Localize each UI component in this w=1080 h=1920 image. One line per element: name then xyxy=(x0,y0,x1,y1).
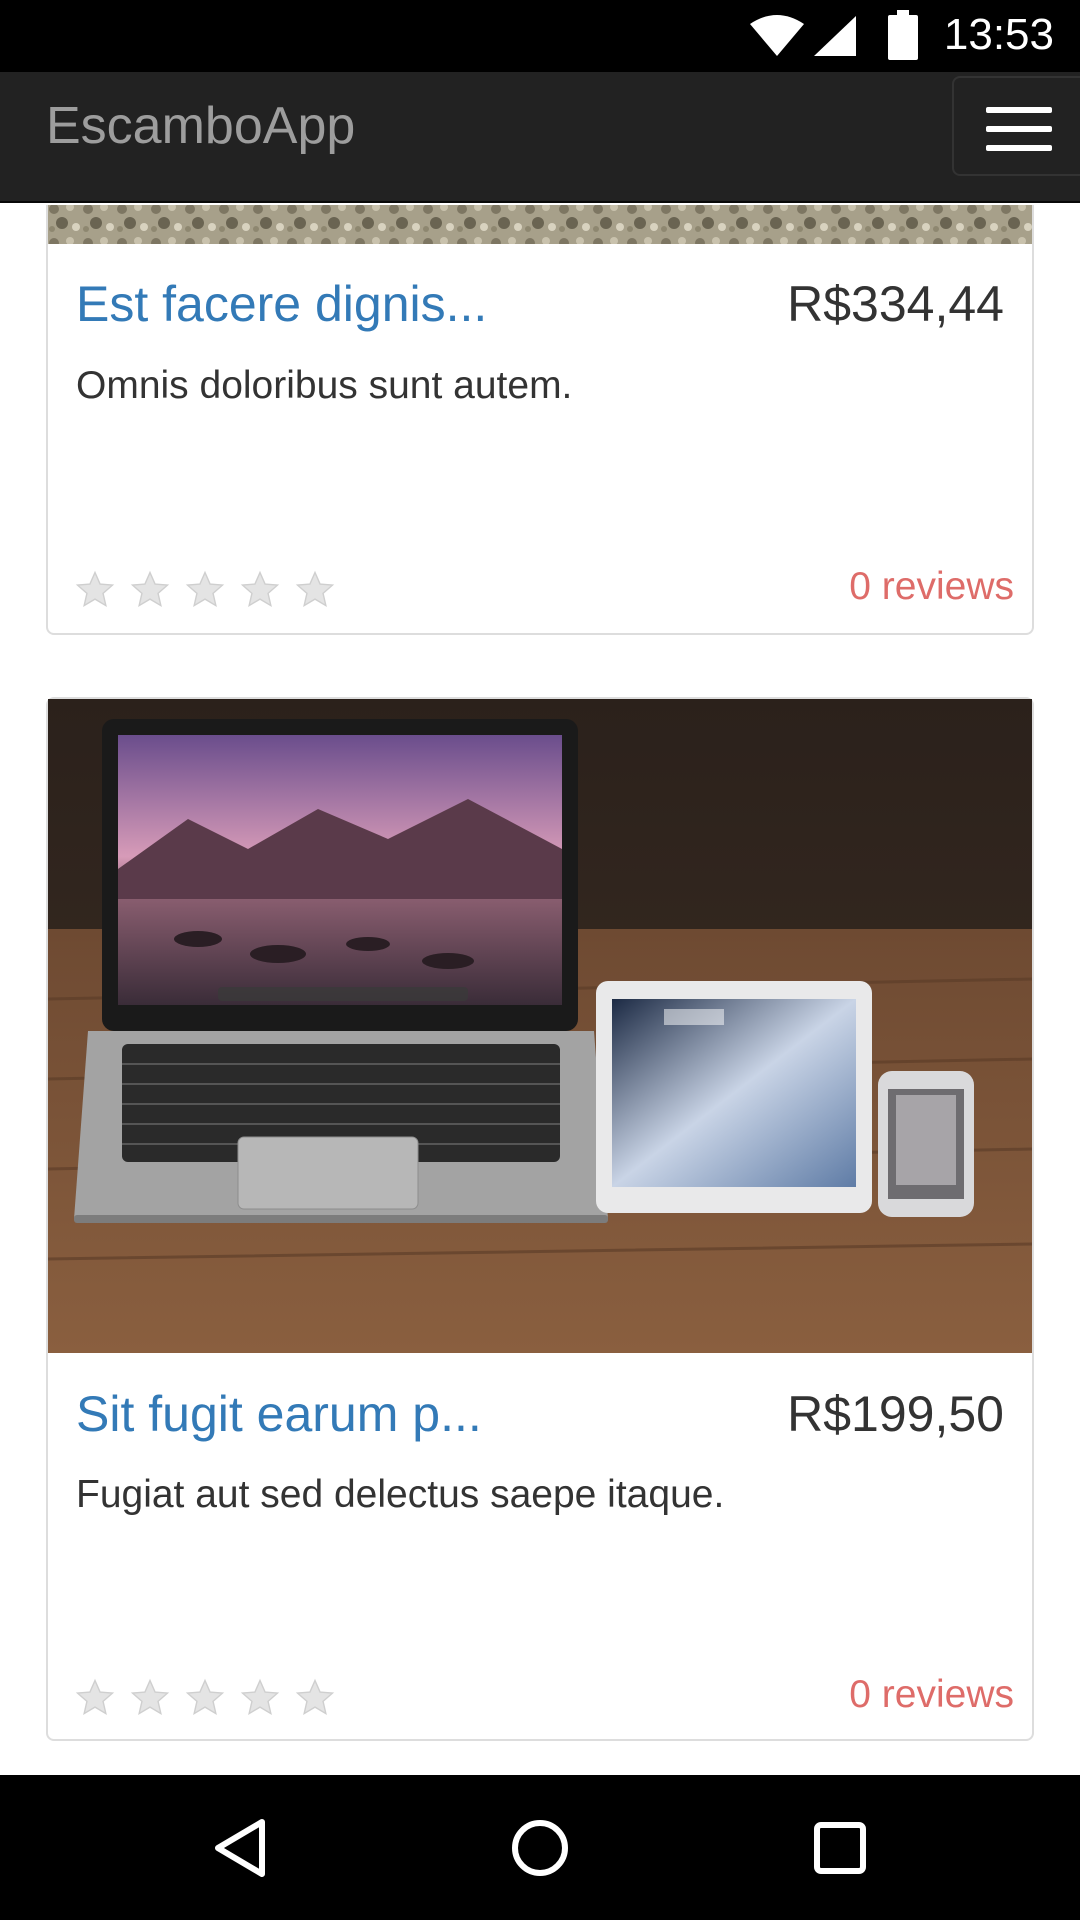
star-empty-icon xyxy=(130,570,170,608)
product-list[interactable]: Est facere dignis... R$334,44 Omnis dolo… xyxy=(0,205,1080,1775)
product-price: R$334,44 xyxy=(787,276,1004,332)
home-icon xyxy=(512,1819,568,1876)
star-empty-icon xyxy=(75,1678,115,1716)
star-empty-icon xyxy=(240,1678,280,1716)
reviews-count[interactable]: 0 reviews xyxy=(849,565,1014,609)
recents-button[interactable] xyxy=(780,1775,900,1920)
product-card[interactable]: Est facere dignis... R$334,44 Omnis dolo… xyxy=(46,205,1034,635)
reviews-count[interactable]: 0 reviews xyxy=(849,1673,1014,1717)
star-empty-icon xyxy=(185,570,225,608)
laptop-tablet-phone-photo xyxy=(48,699,1032,1353)
product-image[interactable] xyxy=(48,699,1032,1353)
star-empty-icon xyxy=(240,570,280,608)
signal-icon xyxy=(814,16,856,56)
star-empty-icon xyxy=(75,570,115,608)
wifi-icon xyxy=(750,15,804,56)
recents-icon xyxy=(814,1821,866,1874)
product-image[interactable] xyxy=(48,205,1032,244)
star-empty-icon xyxy=(185,1678,225,1716)
menu-toggle-button[interactable] xyxy=(952,76,1080,176)
star-empty-icon xyxy=(295,1678,335,1716)
product-description: Fugiat aut sed delectus saepe itaque. xyxy=(76,1473,725,1516)
rating-stars xyxy=(74,1677,336,1719)
status-bar: 13:53 xyxy=(0,0,1080,72)
system-nav-bar xyxy=(0,1775,1080,1920)
rating-stars xyxy=(74,569,336,611)
home-button[interactable] xyxy=(480,1775,600,1920)
product-description: Omnis doloribus sunt autem. xyxy=(76,364,573,407)
product-price: R$199,50 xyxy=(787,1386,1004,1442)
app-navbar: EscamboApp xyxy=(0,72,1080,203)
star-empty-icon xyxy=(295,570,335,608)
rocky-ground-photo xyxy=(48,205,1032,244)
star-empty-icon xyxy=(130,1678,170,1716)
back-icon xyxy=(215,1818,265,1877)
back-button[interactable] xyxy=(180,1775,300,1920)
brand-logo[interactable]: EscamboApp xyxy=(46,96,355,156)
product-card[interactable]: Sit fugit earum p... R$199,50 Fugiat aut… xyxy=(46,697,1034,1741)
product-title[interactable]: Est facere dignis... xyxy=(76,275,487,333)
clock: 13:53 xyxy=(943,10,1054,59)
product-title[interactable]: Sit fugit earum p... xyxy=(76,1385,482,1443)
battery-icon xyxy=(888,10,918,60)
